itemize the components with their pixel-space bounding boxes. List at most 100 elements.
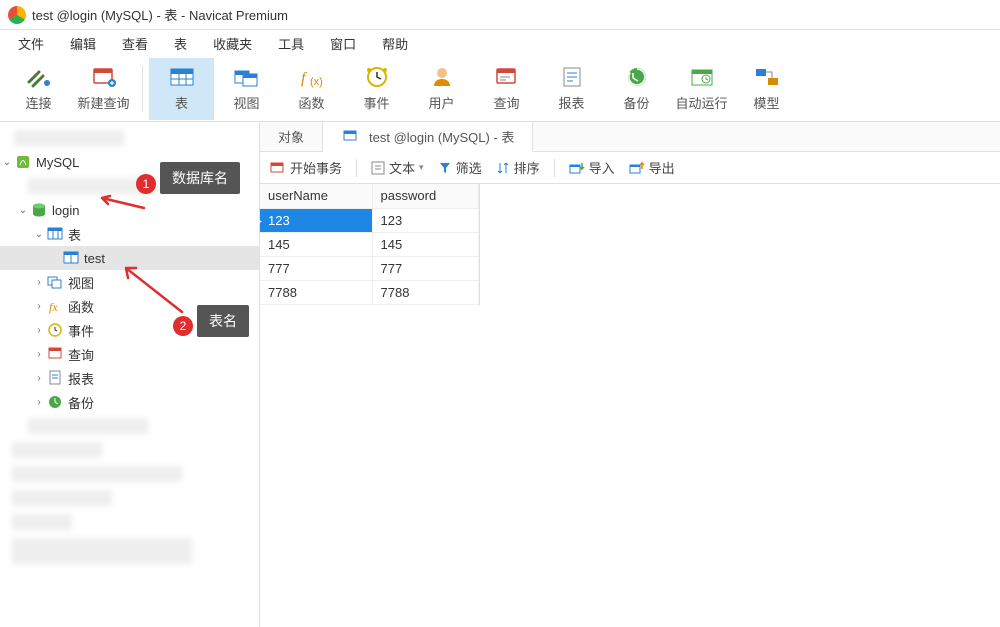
tool-view[interactable]: 视图 <box>214 58 279 120</box>
window-title: test @login (MySQL) - 表 - Navicat Premiu… <box>32 5 288 24</box>
tree-blur-item <box>0 486 259 510</box>
btn-sort[interactable]: 排序 <box>496 158 540 177</box>
new-query-icon <box>90 65 118 89</box>
cell[interactable]: 123 <box>372 208 478 232</box>
chevron-down-icon[interactable]: ⌄ <box>32 229 46 240</box>
btn-label: 文本 <box>389 158 415 177</box>
tab-current-table[interactable]: test @login (MySQL) - 表 <box>323 122 533 152</box>
tool-label: 查询 <box>493 93 519 112</box>
menu-edit[interactable]: 编辑 <box>58 31 108 56</box>
tool-function[interactable]: f(x) 函数 <box>279 58 344 120</box>
menu-view[interactable]: 查看 <box>110 31 160 56</box>
tool-connect[interactable]: 连接 <box>6 58 71 120</box>
tool-label: 表 <box>175 93 188 112</box>
annotation-arrow-1-icon <box>96 194 146 214</box>
tab-label: test @login (MySQL) - 表 <box>369 127 514 146</box>
tool-report[interactable]: 报表 <box>539 58 604 120</box>
tab-objects[interactable]: 对象 <box>260 122 323 151</box>
title-bar: test @login (MySQL) - 表 - Navicat Premiu… <box>0 0 1000 30</box>
row-pointer-icon: ▶ <box>252 213 262 229</box>
cell[interactable]: 145 <box>372 232 478 256</box>
chevron-right-icon[interactable]: › <box>32 373 46 384</box>
annotation-badge-2: 2 <box>173 316 193 336</box>
annotation-arrow-2-icon <box>118 262 188 318</box>
tool-user[interactable]: 用户 <box>409 58 474 120</box>
tree-label: 备份 <box>68 393 94 412</box>
sort-icon <box>496 161 510 175</box>
cell[interactable]: 777 <box>260 256 372 280</box>
tool-event[interactable]: 事件 <box>344 58 409 120</box>
table-row[interactable]: 7788 7788 <box>260 280 479 304</box>
main-area: ⌄ MySQL ⌄ login ⌄ 表 test <box>0 122 1000 627</box>
chevron-down-icon[interactable]: ⌄ <box>16 205 30 216</box>
table-icon <box>62 250 80 266</box>
tool-backup[interactable]: 备份 <box>604 58 669 120</box>
chevron-right-icon[interactable]: › <box>32 277 46 288</box>
menu-help[interactable]: 帮助 <box>370 31 420 56</box>
tool-table[interactable]: 表 <box>149 58 214 120</box>
backup-icon <box>623 65 651 89</box>
tree-blur-item <box>0 438 259 462</box>
menu-tools[interactable]: 工具 <box>266 31 316 56</box>
separator <box>356 159 357 177</box>
btn-text[interactable]: 文本 ▾ <box>371 158 424 177</box>
tree-label: 报表 <box>68 369 94 388</box>
tool-label: 报表 <box>558 93 584 112</box>
content-area: 对象 test @login (MySQL) - 表 开始事务 文本 ▾ 筛选 <box>260 122 1000 627</box>
btn-begin-transaction[interactable]: 开始事务 <box>270 158 342 177</box>
cell[interactable]: 123 <box>268 213 290 228</box>
tool-model[interactable]: 模型 <box>734 58 799 120</box>
btn-import[interactable]: 导入 <box>569 158 615 177</box>
table-icon <box>341 129 359 143</box>
table-row[interactable]: 145 145 <box>260 232 479 256</box>
btn-label: 排序 <box>514 158 540 177</box>
col-header-username[interactable]: userName <box>260 184 372 208</box>
tree-label: 视图 <box>68 273 94 292</box>
tool-label: 函数 <box>298 93 324 112</box>
tool-new-query[interactable]: 新建查询 <box>71 58 136 120</box>
query-icon <box>493 65 521 89</box>
chevron-right-icon[interactable]: › <box>32 397 46 408</box>
col-header-password[interactable]: password <box>372 184 478 208</box>
btn-filter[interactable]: 筛选 <box>438 158 482 177</box>
btn-label: 导入 <box>589 158 615 177</box>
tree-label: test <box>84 251 105 266</box>
cell[interactable]: 7788 <box>372 280 478 304</box>
event-group-icon <box>46 322 64 338</box>
tree-group-queries[interactable]: › 查询 <box>0 342 259 366</box>
cell[interactable]: 7788 <box>260 280 372 304</box>
tool-autorun[interactable]: 自动运行 <box>669 58 734 120</box>
annotation-callout-1: 数据库名 <box>160 162 240 194</box>
grid-header-row: userName password <box>260 184 479 208</box>
annotation-badge-1: 1 <box>136 174 156 194</box>
annotation-callout-2: 表名 <box>197 305 249 337</box>
menu-file[interactable]: 文件 <box>6 31 56 56</box>
menu-favorites[interactable]: 收藏夹 <box>201 31 264 56</box>
chevron-right-icon[interactable]: › <box>32 301 46 312</box>
data-grid[interactable]: userName password ▶123 123 145 145 777 <box>260 184 480 305</box>
table-row[interactable]: 777 777 <box>260 256 479 280</box>
chevron-right-icon[interactable]: › <box>32 349 46 360</box>
tree-group-tables[interactable]: ⌄ 表 <box>0 222 259 246</box>
menu-window[interactable]: 窗口 <box>318 31 368 56</box>
table-row[interactable]: ▶123 123 <box>260 208 479 232</box>
tool-label: 用户 <box>428 93 454 112</box>
cell[interactable]: 145 <box>260 232 372 256</box>
tree-label: 表 <box>68 225 81 244</box>
tree-group-reports[interactable]: › 报表 <box>0 366 259 390</box>
clock-icon <box>363 65 391 89</box>
tree-label: 事件 <box>68 321 94 340</box>
tree-blur-item <box>0 414 259 438</box>
btn-export[interactable]: 导出 <box>629 158 675 177</box>
menu-bar: 文件 编辑 查看 表 收藏夹 工具 窗口 帮助 <box>0 30 1000 56</box>
chevron-down-icon[interactable]: ⌄ <box>0 157 14 168</box>
tree-label: MySQL <box>36 155 79 170</box>
cell[interactable]: 777 <box>372 256 478 280</box>
svg-text:(x): (x) <box>310 76 323 88</box>
tree-blur-item <box>0 126 259 150</box>
tree-group-backups[interactable]: › 备份 <box>0 390 259 414</box>
chevron-right-icon[interactable]: › <box>32 325 46 336</box>
view-icon <box>233 65 261 89</box>
tool-query[interactable]: 查询 <box>474 58 539 120</box>
menu-table[interactable]: 表 <box>162 31 199 56</box>
